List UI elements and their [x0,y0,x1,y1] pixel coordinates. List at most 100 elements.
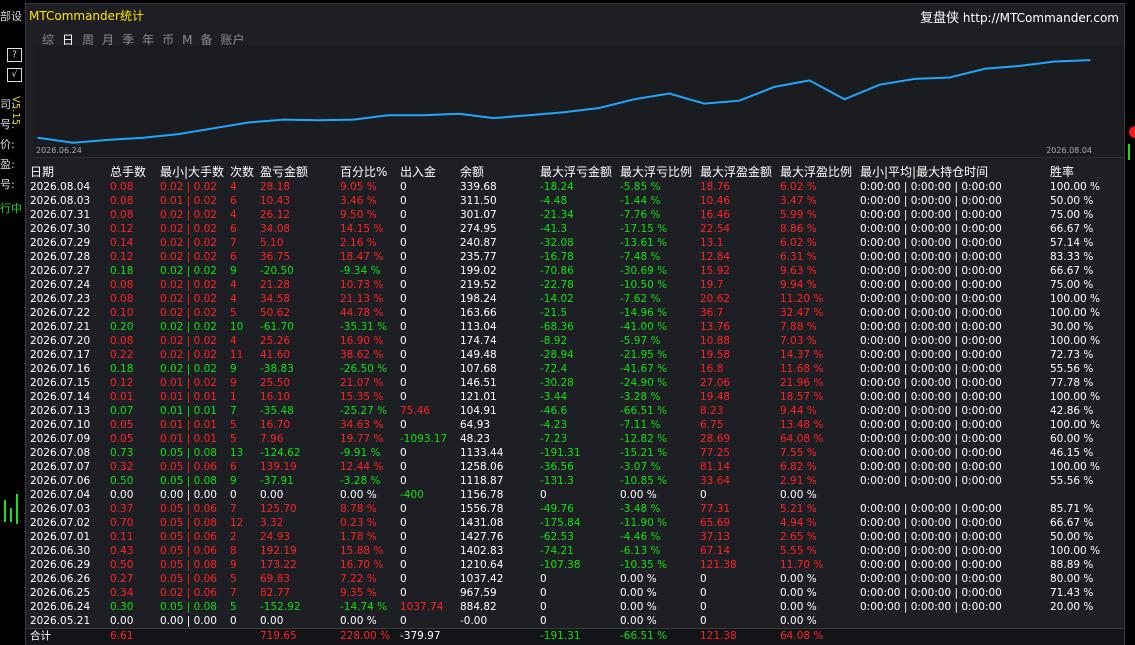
cell-mflp: -10.85 % [620,475,668,487]
cell-hold: 0:00:00 | 0:00:00 | 0:00:00 [860,405,1002,417]
balance-point [598,107,600,109]
cell-mflp: -4.46 % [620,531,661,543]
cell-flow: 0 [400,223,407,235]
table-row[interactable]: 2026.07.07 0.32 0.05 | 0.06 6 139.19 12.44 % 0… [26,460,1124,474]
cell-balance: 163.66 [460,307,497,319]
table-row[interactable]: 2026.07.21 0.20 0.02 | 0.02 10 -61.70 -35.31 … [26,320,1124,334]
cell-flow: 0 [400,517,407,529]
table-row[interactable]: 2026.07.01 0.11 0.05 | 0.06 2 24.93 1.78 % 0 14… [26,530,1124,544]
table-row[interactable]: 2026.07.30 0.12 0.02 | 0.02 6 34.08 14.15 % 0 2… [26,222,1124,236]
table-row[interactable]: 2026.06.26 0.27 0.05 | 0.06 5 69.83 7.22 % 0 10… [26,572,1124,586]
cell-mfpp: 3.47 % [780,195,817,207]
table-row[interactable]: 2026.06.25 0.34 0.02 | 0.06 7 82.77 9.35 % 0 96… [26,586,1124,600]
cell-mfpp: 5.99 % [780,209,817,221]
table-row[interactable]: 2026.07.17 0.22 0.02 | 0.02 11 41.60 38.62 % 0… [26,348,1124,362]
cell-lots: 0.18 [110,363,134,375]
cell-mfp: 10.88 [700,335,731,347]
cell-win: 83.33 % [1050,251,1094,263]
cell-balance: 240.87 [460,237,497,249]
cell-minmax: 0.02 | 0.02 [160,321,217,333]
table-row[interactable]: 2026.07.31 0.08 0.02 | 0.02 4 26.12 9.50 % 0 30… [26,208,1124,222]
cell-mfp: 67.14 [700,545,731,557]
cell-pnl: -38.83 [260,363,294,375]
table-row[interactable]: 2026.07.06 0.50 0.05 | 0.08 9 -37.91 -3.28 % 0… [26,474,1124,488]
table-row[interactable]: 2026.08.03 0.08 0.01 | 0.02 6 10.43 3.46 % 0 31… [26,194,1124,208]
table-row[interactable]: 2026.07.08 0.73 0.05 | 0.08 13 -124.62 -9.91 … [26,446,1124,460]
check-icon[interactable]: √ [7,68,22,82]
cell-pnl: 3.32 [260,517,284,529]
cell-lots: 0.05 [110,433,134,445]
cell-win: 100.00 % [1050,545,1101,557]
cell-mfpp: 5.55 % [780,545,817,557]
table-row[interactable]: 2026.07.14 0.01 0.01 | 0.01 1 16.10 15.35 % 0 1… [26,390,1124,404]
cell-date: 2026.07.02 [30,517,91,529]
cell-mflp: -5.97 % [620,335,661,347]
cell-flow: 0 [400,293,407,305]
cell-mflp: -1.44 % [620,195,661,207]
cell-mflp: 0.00 % [620,573,657,585]
table-row[interactable]: 2026.07.15 0.12 0.01 | 0.02 9 25.50 21.07 % 0 1… [26,376,1124,390]
table-row[interactable]: 2026.07.16 0.18 0.02 | 0.02 9 -38.83 -26.50 %… [26,362,1124,376]
cell-minmax: 0.02 | 0.02 [160,223,217,235]
cell-lots: 0.18 [110,265,134,277]
cell-balance: 1431.08 [460,517,504,529]
balance-point [72,142,74,144]
cell-pct: -9.34 % [340,265,381,277]
cell-hold: 0:00:00 | 0:00:00 | 0:00:00 [860,391,1002,403]
cell-date: 2026.07.01 [30,531,91,543]
cell-win: 42.86 % [1050,405,1094,417]
cell-pct: 0.00 % [340,615,377,627]
cell-date: 2026.07.21 [30,321,91,333]
table-row[interactable]: 2026.07.22 0.10 0.02 | 0.02 5 50.62 44.78 % 0 1… [26,306,1124,320]
table-row[interactable]: 2026.07.24 0.08 0.02 | 0.02 4 21.28 10.73 % 0 2… [26,278,1124,292]
help-icon[interactable]: ? [7,48,22,62]
cell-lots: 0.08 [110,181,134,193]
cell-minmax: 0.05 | 0.08 [160,447,217,459]
cell-hold: 0:00:00 | 0:00:00 | 0:00:00 [860,293,1002,305]
table-row[interactable]: 2026.07.03 0.37 0.05 | 0.06 7 125.70 8.78 % 0 1… [26,502,1124,516]
table-row[interactable]: 2026.07.27 0.18 0.02 | 0.02 9 -20.50 -9.34 % 0… [26,264,1124,278]
cell-date: 2026.05.21 [30,615,91,627]
cell-flow: 0 [400,475,407,487]
table-row[interactable]: 2026.07.02 0.70 0.05 | 0.08 12 3.32 0.23 % 0 14… [26,516,1124,530]
cell-balance: 219.52 [460,279,497,291]
cell-lots: 0.22 [110,349,134,361]
candle-bar [16,494,18,524]
cell-lots: 0.08 [110,279,134,291]
table-row[interactable]: 2026.07.28 0.12 0.02 | 0.02 6 36.75 18.47 % 0 2… [26,250,1124,264]
table-row[interactable]: 2026.07.13 0.07 0.01 | 0.01 7 -35.48 -25.27 %… [26,404,1124,418]
cell-pnl: 36.75 [260,251,291,263]
cell-mflp: -21.95 % [620,349,668,361]
table-row[interactable]: 2026.06.29 0.50 0.05 | 0.08 9 173.22 16.70 % 0… [26,558,1124,572]
site-link[interactable]: 复盘侠 http://MTCommander.com [920,7,1119,26]
cell-lots: 0.12 [110,377,134,389]
cell-mfpp: 11.68 % [780,363,824,375]
table-row[interactable]: 2026.07.20 0.08 0.02 | 0.02 4 25.26 16.90 % 0 1… [26,334,1124,348]
cell-mflp: -30.69 % [620,265,668,277]
cell-pnl: 125.70 [260,503,297,515]
table-row[interactable]: 2026.07.29 0.14 0.02 | 0.02 7 5.10 2.16 % 0 240… [26,236,1124,250]
cell-mfp: 0 [700,615,707,627]
cell-balance: 113.04 [460,321,497,333]
column-header: 盈亏金额 [260,165,309,179]
table-row[interactable]: 2026.07.09 0.05 0.01 | 0.01 5 7.96 19.77 % -10… [26,432,1124,446]
cell-pnl: 7.96 [260,433,284,445]
table-row[interactable]: 2026.07.10 0.05 0.01 | 0.01 5 16.70 34.63 % 0 6… [26,418,1124,432]
balance-point [352,118,355,121]
cell-win: 46.15 % [1050,447,1094,459]
table-row[interactable]: 2026.05.21 0.00 0.00 | 0.00 0 0.00 0.00 % 0 -0.… [26,614,1124,628]
cell-lots: 0.08 [110,195,134,207]
table-row[interactable]: 2026.08.04 0.08 0.02 | 0.02 4 28.18 9.05 % 0 33… [26,180,1124,194]
table-row[interactable]: 2026.06.30 0.43 0.05 | 0.06 8 192.19 15.88 % 0… [26,544,1124,558]
cell-balance: 1258.06 [460,461,504,473]
cell-win: 50.00 % [1050,195,1094,207]
cell-balance: 1118.87 [460,475,504,487]
table-row[interactable]: 2026.06.24 0.30 0.05 | 0.08 5 -152.92 -14.74 … [26,600,1124,614]
cell-win: 71.43 % [1050,587,1094,599]
cell-mfl: -72.4 [540,363,568,375]
cell-count: 9 [230,475,237,487]
table-row[interactable]: 2026.07.23 0.08 0.02 | 0.02 4 34.58 21.13 % 0 1… [26,292,1124,306]
cell-count: 5 [230,601,237,613]
table-row[interactable]: 2026.07.04 0.00 0.00 | 0.00 0 0.00 0.00 % -400… [26,488,1124,502]
cell-mfl: -191.31 [540,447,581,459]
